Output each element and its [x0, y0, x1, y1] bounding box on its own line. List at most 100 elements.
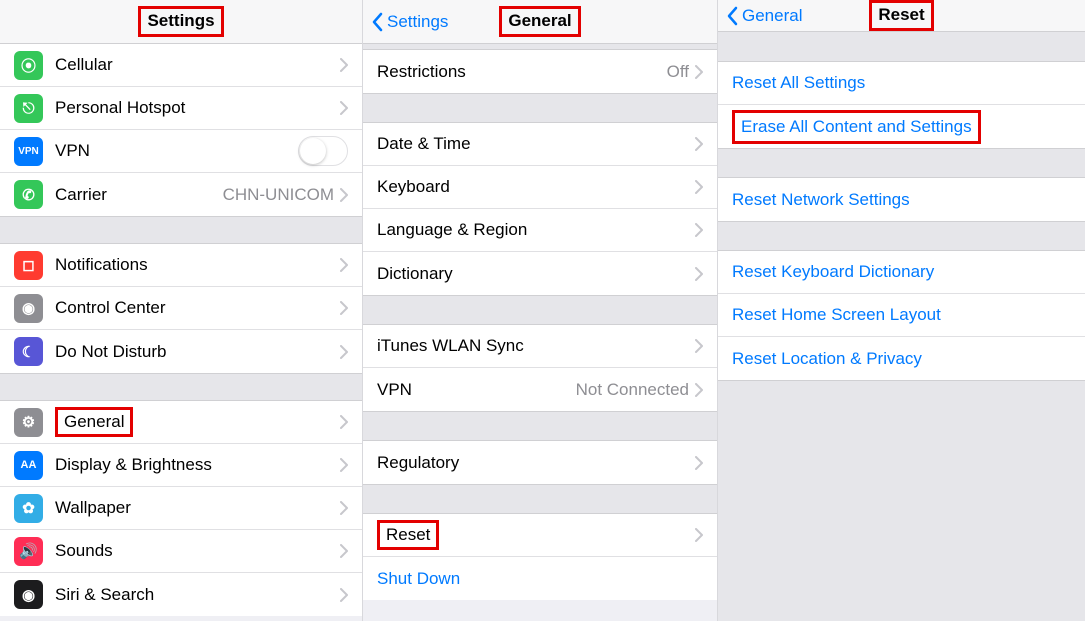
row-general[interactable]: ⚙ General — [0, 401, 362, 444]
back-to-settings-button[interactable]: Settings — [371, 12, 448, 32]
chevron-icon — [340, 501, 348, 515]
row-control-center[interactable]: ◉ Control Center — [0, 287, 362, 330]
row-date-time[interactable]: Date & Time — [363, 123, 717, 166]
row-hotspot[interactable]: ⎋ Personal Hotspot — [0, 87, 362, 130]
vpn-label: VPN — [377, 380, 576, 400]
chevron-icon — [695, 180, 703, 194]
row-reset-location[interactable]: Reset Location & Privacy — [718, 337, 1085, 380]
display-label: Display & Brightness — [55, 455, 340, 475]
general-panel: Settings General Restrictions Off Date &… — [363, 0, 718, 621]
general-title: General — [508, 11, 571, 30]
chevron-icon — [340, 258, 348, 272]
language-region-label: Language & Region — [377, 220, 695, 240]
group-gap — [363, 411, 717, 441]
row-reset-keyboard[interactable]: Reset Keyboard Dictionary — [718, 251, 1085, 294]
highlight-reset: Reset — [377, 520, 439, 550]
row-keyboard[interactable]: Keyboard — [363, 166, 717, 209]
row-dictionary[interactable]: Dictionary — [363, 252, 717, 295]
row-reset-network[interactable]: Reset Network Settings — [718, 178, 1085, 221]
row-restrictions[interactable]: Restrictions Off — [363, 50, 717, 93]
row-itunes[interactable]: iTunes WLAN Sync — [363, 325, 717, 368]
header-highlight-settings: Settings — [138, 6, 223, 37]
group-gap — [718, 148, 1085, 178]
vpn-value: Not Connected — [576, 380, 689, 400]
reset-location-label: Reset Location & Privacy — [732, 349, 922, 369]
notifications-label: Notifications — [55, 255, 340, 275]
dnd-icon: ☾ — [14, 337, 43, 366]
highlight-general: General — [55, 407, 133, 437]
vpn-label: VPN — [55, 141, 298, 161]
chevron-icon — [340, 58, 348, 72]
row-siri[interactable]: ◉ Siri & Search — [0, 573, 362, 616]
chevron-icon — [340, 458, 348, 472]
row-carrier[interactable]: ✆ Carrier CHN-UNICOM — [0, 173, 362, 216]
group-gap — [363, 484, 717, 514]
row-wallpaper[interactable]: ✿ Wallpaper — [0, 487, 362, 530]
reset-title: Reset — [878, 5, 924, 24]
back-to-general-button[interactable]: General — [726, 6, 802, 26]
group-gap — [718, 380, 1085, 621]
control-center-label: Control Center — [55, 298, 340, 318]
reset-keyboard-label: Reset Keyboard Dictionary — [732, 262, 934, 282]
header-highlight-reset: Reset — [869, 0, 933, 31]
row-vpn-general[interactable]: VPN Not Connected — [363, 368, 717, 411]
general-icon: ⚙ — [14, 408, 43, 437]
cellular-label: Cellular — [55, 55, 340, 75]
chevron-icon — [695, 137, 703, 151]
restrictions-value: Off — [667, 62, 689, 82]
chevron-icon — [695, 65, 703, 79]
back-chevron-icon — [726, 6, 738, 26]
restrictions-label: Restrictions — [377, 62, 667, 82]
row-regulatory[interactable]: Regulatory — [363, 441, 717, 484]
chevron-icon — [340, 588, 348, 602]
chevron-icon — [340, 415, 348, 429]
cellular-icon: ⦿ — [14, 51, 43, 80]
reset-panel: General Reset Reset All Settings Erase A… — [718, 0, 1085, 621]
siri-icon: ◉ — [14, 580, 43, 609]
date-time-label: Date & Time — [377, 134, 695, 154]
back-label: Settings — [387, 12, 448, 32]
reset-header: General Reset — [718, 0, 1085, 32]
chevron-icon — [340, 301, 348, 315]
row-shutdown[interactable]: Shut Down — [363, 557, 717, 600]
hotspot-label: Personal Hotspot — [55, 98, 340, 118]
carrier-label: Carrier — [55, 185, 223, 205]
row-erase-all[interactable]: Erase All Content and Settings — [718, 105, 1085, 148]
row-notifications[interactable]: ◻ Notifications — [0, 244, 362, 287]
vpn-toggle[interactable] — [298, 136, 348, 166]
vpn-icon: VPN — [14, 137, 43, 166]
sounds-label: Sounds — [55, 541, 340, 561]
chevron-icon — [340, 188, 348, 202]
hotspot-icon: ⎋ — [14, 94, 43, 123]
chevron-icon — [695, 528, 703, 542]
carrier-icon: ✆ — [14, 180, 43, 209]
row-reset-home[interactable]: Reset Home Screen Layout — [718, 294, 1085, 337]
row-cellular[interactable]: ⦿ Cellular — [0, 44, 362, 87]
carrier-value: CHN-UNICOM — [223, 185, 334, 205]
row-display[interactable]: AA Display & Brightness — [0, 444, 362, 487]
settings-header: Settings — [0, 0, 362, 44]
shutdown-label: Shut Down — [377, 569, 460, 589]
itunes-label: iTunes WLAN Sync — [377, 336, 695, 356]
row-reset-all-settings[interactable]: Reset All Settings — [718, 62, 1085, 105]
reset-label: Reset — [377, 520, 695, 550]
group-gap — [363, 93, 717, 123]
row-sounds[interactable]: 🔊 Sounds — [0, 530, 362, 573]
row-dnd[interactable]: ☾ Do Not Disturb — [0, 330, 362, 373]
keyboard-label: Keyboard — [377, 177, 695, 197]
dnd-label: Do Not Disturb — [55, 342, 340, 362]
group-gap — [718, 32, 1085, 62]
settings-panel: Settings ⦿ Cellular ⎋ Personal Hotspot V… — [0, 0, 363, 621]
group-gap — [0, 373, 362, 401]
notifications-icon: ◻ — [14, 251, 43, 280]
reset-home-label: Reset Home Screen Layout — [732, 305, 941, 325]
row-reset[interactable]: Reset — [363, 514, 717, 557]
row-language-region[interactable]: Language & Region — [363, 209, 717, 252]
row-vpn[interactable]: VPN VPN — [0, 130, 362, 173]
chevron-icon — [695, 339, 703, 353]
back-chevron-icon — [371, 12, 383, 32]
control-center-icon: ◉ — [14, 294, 43, 323]
chevron-icon — [695, 223, 703, 237]
reset-network-label: Reset Network Settings — [732, 190, 910, 210]
regulatory-label: Regulatory — [377, 453, 695, 473]
